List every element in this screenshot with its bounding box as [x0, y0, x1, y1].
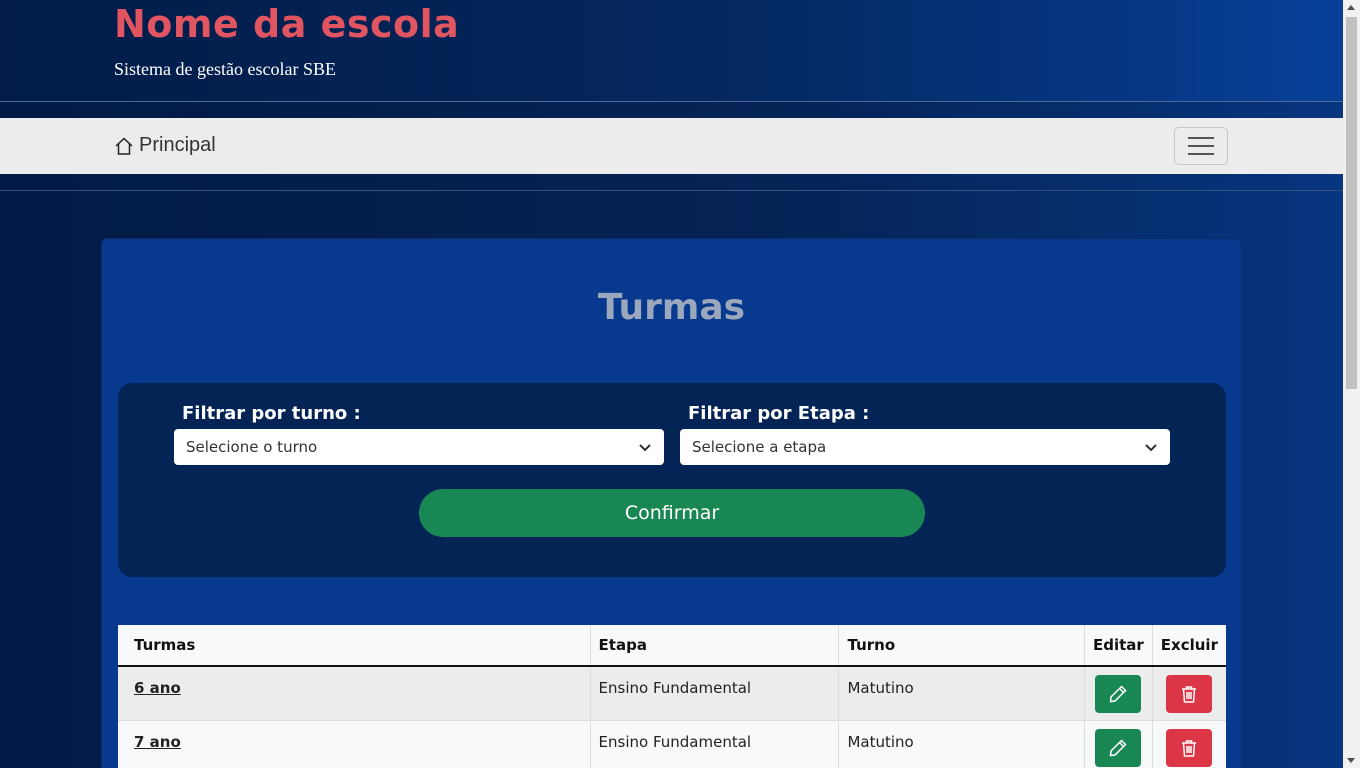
scroll-thumb[interactable] [1346, 17, 1357, 389]
table-header-row: Turmas Etapa Turno Editar Excluir [118, 625, 1226, 667]
filter-panel: Filtrar por turno : Selecione o turno Fi… [118, 383, 1226, 577]
delete-cell [1152, 666, 1226, 721]
turno-cell: Matutino [838, 720, 1085, 768]
site-header: Nome da escola Sistema de gestão escolar… [0, 0, 1343, 102]
house-icon [115, 136, 133, 155]
nav-home-label: Principal [139, 134, 216, 156]
turno-filter-label: Filtrar por turno : [182, 403, 361, 424]
edit-cell [1084, 666, 1153, 721]
hamburger-menu-icon [1188, 137, 1214, 155]
turno-select[interactable]: Selecione o turno [174, 429, 664, 465]
etapa-cell: Ensino Fundamental [590, 720, 840, 768]
col-header-turmas: Turmas [118, 625, 591, 667]
trash-icon [1182, 686, 1197, 703]
table-row: 7 ano Ensino Fundamental Matutino [118, 720, 1226, 768]
scroll-down-arrow[interactable] [1347, 758, 1355, 763]
col-header-turno: Turno [838, 625, 1085, 667]
school-name: Nome da escola [114, 2, 460, 46]
confirm-button[interactable]: Confirmar [419, 489, 925, 537]
chevron-down-icon [639, 444, 651, 452]
trash-icon [1182, 739, 1197, 757]
pencil-icon [1110, 685, 1127, 703]
delete-cell [1152, 720, 1226, 768]
edit-button[interactable] [1095, 675, 1142, 713]
turma-link[interactable]: 7 ano [134, 733, 181, 751]
pencil-icon [1110, 738, 1127, 756]
delete-button[interactable] [1166, 675, 1213, 713]
scroll-up-arrow[interactable] [1347, 5, 1355, 10]
turno-cell: Matutino [838, 666, 1085, 721]
page-title: Turmas [597, 287, 746, 328]
col-header-etapa: Etapa [590, 625, 840, 667]
chevron-down-icon [1145, 444, 1157, 452]
etapa-select-value: Selecione a etapa [692, 438, 827, 456]
col-header-editar: Editar [1084, 625, 1153, 667]
col-header-excluir: Excluir [1152, 625, 1226, 667]
turno-select-value: Selecione o turno [186, 438, 318, 456]
table-row: 6 ano Ensino Fundamental Matutino [118, 666, 1226, 721]
navbar: Principal [0, 118, 1343, 174]
turma-link[interactable]: 6 ano [134, 679, 181, 697]
menu-toggle-button[interactable] [1174, 127, 1228, 165]
edit-button[interactable] [1095, 728, 1142, 767]
turma-cell: 7 ano [118, 720, 591, 768]
turmas-card: Turmas Filtrar por turno : Selecione o t… [101, 238, 1242, 768]
etapa-cell: Ensino Fundamental [590, 666, 840, 721]
page: Nome da escola Sistema de gestão escolar… [0, 0, 1343, 768]
turmas-table: Turmas Etapa Turno Editar Excluir 6 ano … [118, 625, 1226, 768]
etapa-select[interactable]: Selecione a etapa [680, 429, 1170, 465]
nav-home-link[interactable]: Principal [114, 134, 216, 157]
vertical-scrollbar[interactable] [1343, 0, 1360, 768]
delete-button[interactable] [1166, 728, 1213, 767]
divider [0, 190, 1343, 191]
system-name: Sistema de gestão escolar SBE [114, 59, 336, 79]
edit-cell [1084, 720, 1153, 768]
etapa-filter-label: Filtrar por Etapa : [688, 403, 870, 424]
turma-cell: 6 ano [118, 666, 591, 721]
